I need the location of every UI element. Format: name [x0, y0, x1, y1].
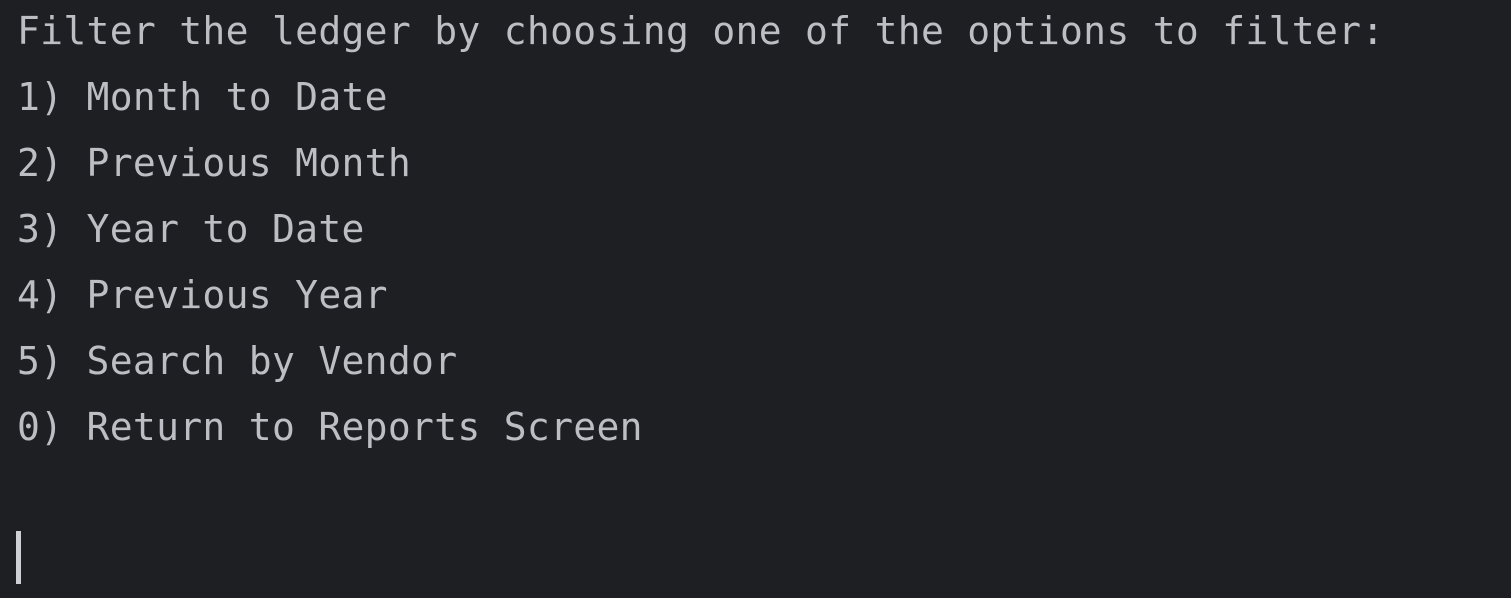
menu-option-month-to-date: 1) Month to Date	[17, 75, 388, 119]
console-output: Filter the ledger by choosing one of the…	[0, 0, 1511, 598]
menu-option-previous-year: 4) Previous Year	[17, 273, 388, 317]
input-caret[interactable]	[16, 531, 21, 584]
menu-option-return-to-reports: 0) Return to Reports Screen	[17, 405, 643, 449]
menu-option-year-to-date: 3) Year to Date	[17, 207, 365, 251]
filter-prompt: Filter the ledger by choosing one of the…	[17, 9, 1385, 53]
menu-option-search-by-vendor: 5) Search by Vendor	[17, 339, 458, 383]
menu-option-previous-month: 2) Previous Month	[17, 141, 412, 185]
